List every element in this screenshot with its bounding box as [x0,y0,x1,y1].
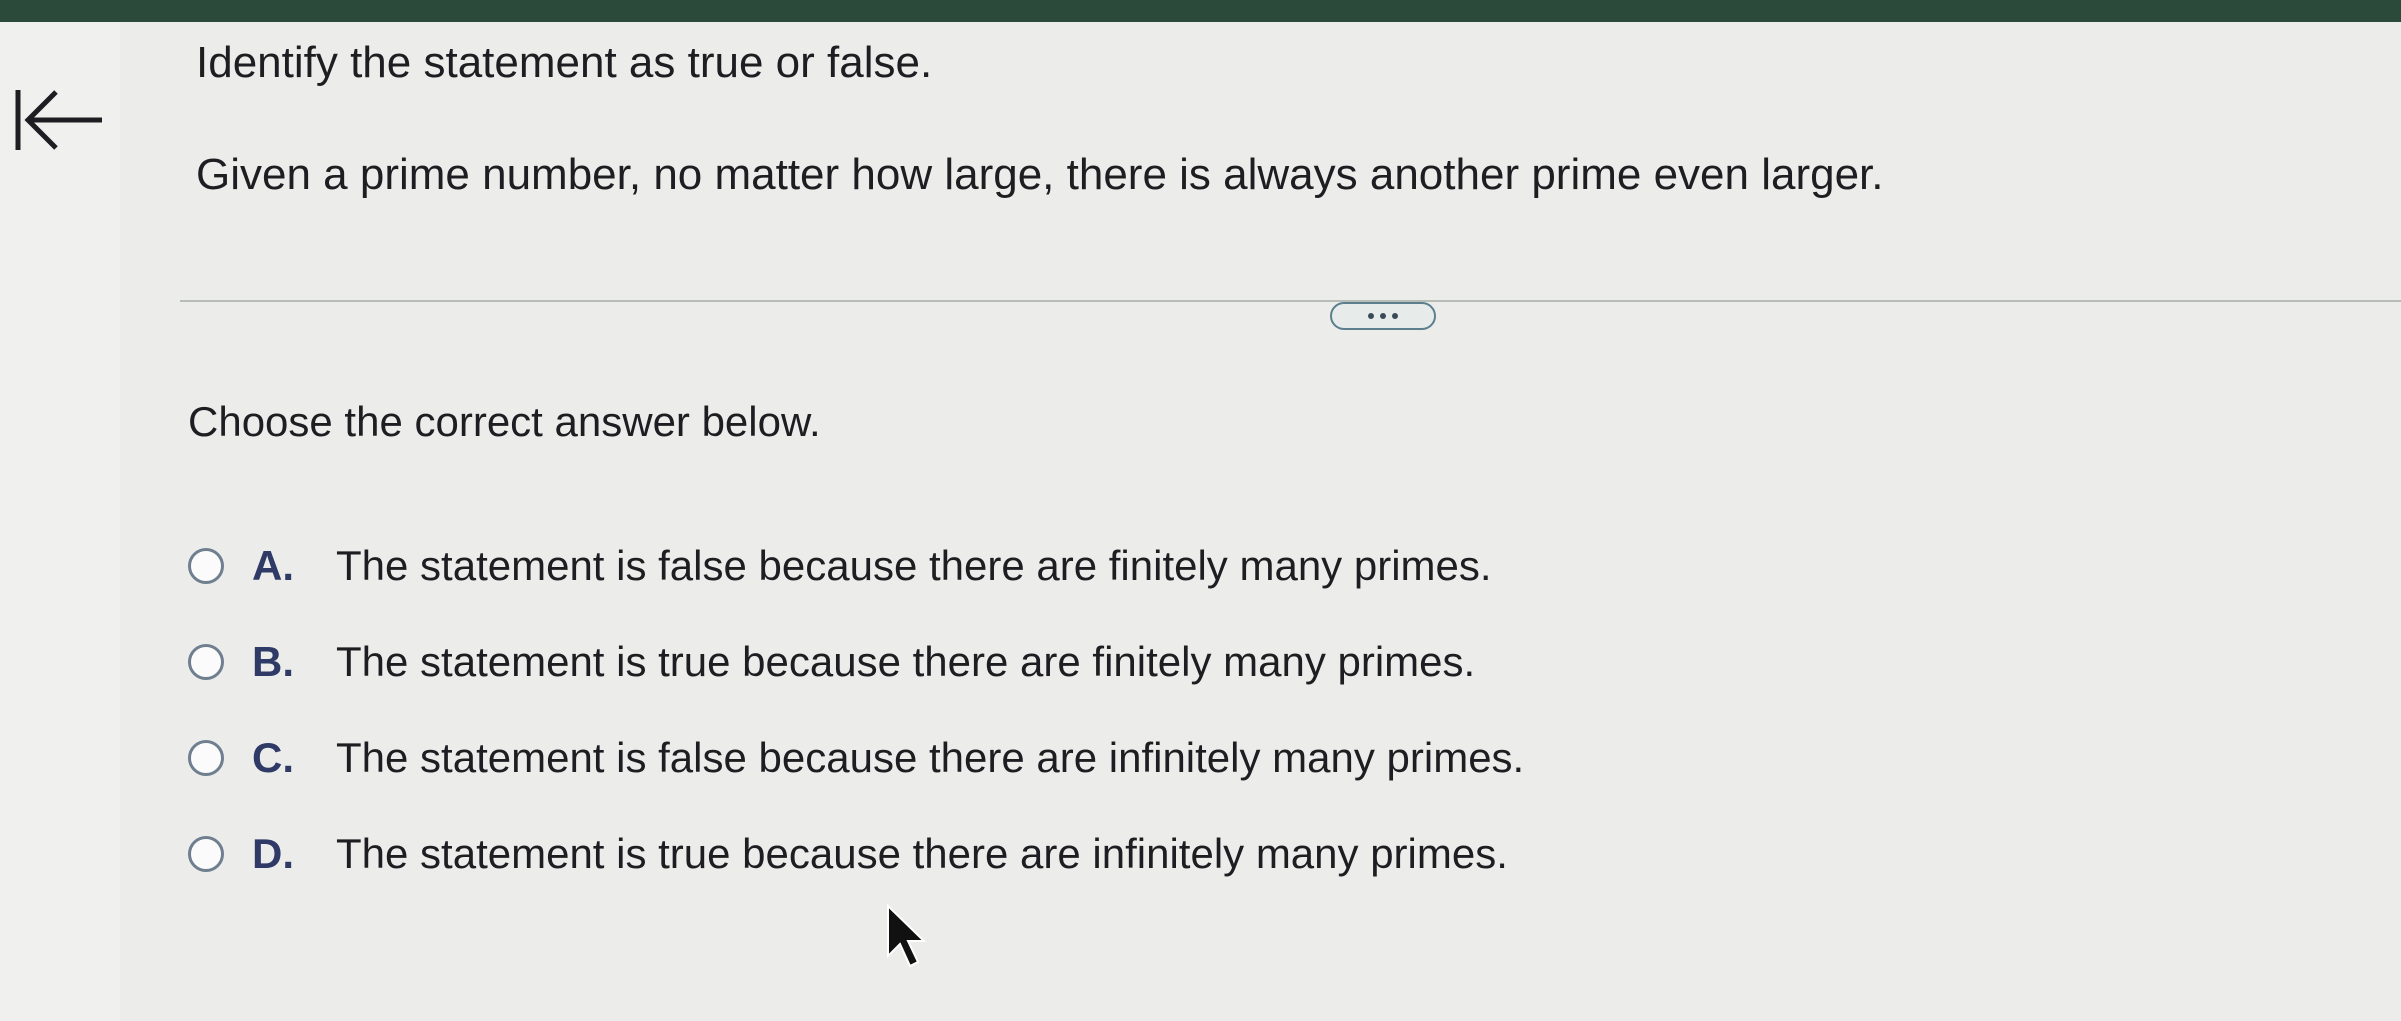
option-text: The statement is true because there are … [336,638,1476,685]
option-letter: A. [252,542,294,589]
more-button[interactable] [1330,302,1436,330]
option-b[interactable]: B. The statement is true because there a… [188,630,1524,694]
radio-button[interactable] [188,548,224,584]
option-text: The statement is true because there are … [336,830,1508,877]
option-letter: D. [252,830,294,877]
mouse-cursor-icon [887,904,927,968]
top-bar [0,0,2401,22]
back-to-start-icon[interactable] [10,80,110,160]
question-statement: Given a prime number, no matter how larg… [196,150,1884,199]
option-c[interactable]: C. The statement is false because there … [188,726,1524,790]
side-nav [0,22,120,1021]
question-title: Identify the statement as true or false. [196,38,933,87]
more-dots-icon [1368,313,1398,319]
radio-button[interactable] [188,836,224,872]
divider [180,300,2401,302]
question-page: Identify the statement as true or false.… [0,0,2401,1021]
option-a[interactable]: A. The statement is false because there … [188,534,1524,598]
option-text: The statement is false because there are… [336,734,1525,781]
option-letter: C. [252,734,294,781]
answer-prompt: Choose the correct answer below. [188,398,821,445]
option-letter: B. [252,638,294,685]
radio-button[interactable] [188,740,224,776]
option-text: The statement is false because there are… [336,542,1492,589]
answer-options: A. The statement is false because there … [188,534,1524,918]
option-d[interactable]: D. The statement is true because there a… [188,822,1524,886]
radio-button[interactable] [188,644,224,680]
